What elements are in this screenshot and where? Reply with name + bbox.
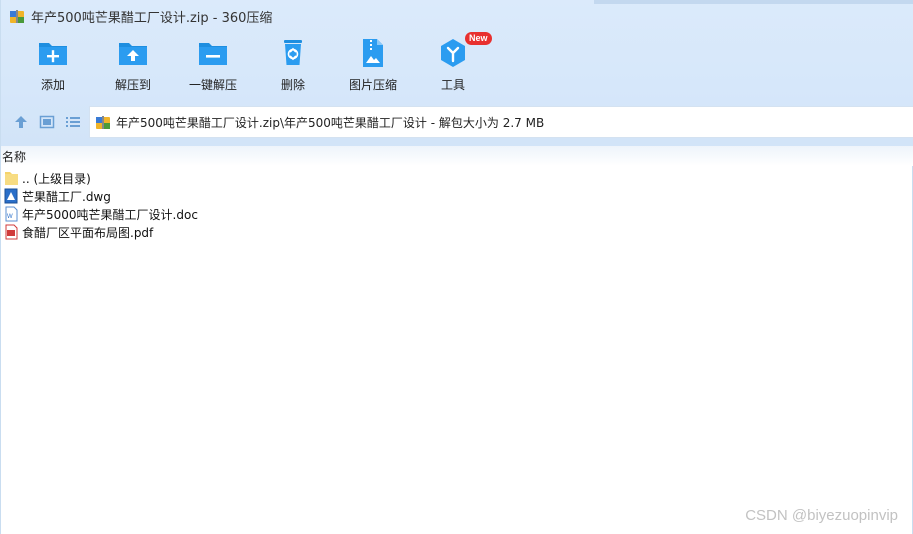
delete-label: 删除 [280,78,305,92]
image-compress-label: 图片压缩 [348,78,397,92]
one-click-extract-label: 一键解压 [188,78,237,92]
title-bar: 年产500吨芒果醋工厂设计.zip - 360压缩 [1,0,913,32]
svg-text:W: W [7,214,13,220]
list-item-name: 食醋厂区平面布局图.pdf [22,225,154,240]
image-compress-icon [363,39,383,67]
one-click-extract-button[interactable]: 一键解压 [173,36,253,98]
toolbar: 添加 解压到 一键解压 删除 图片压缩 New 工具 [1,32,913,98]
watermark: CSDN @biyezuopinvip [745,507,898,524]
archive-icon [10,10,24,23]
tools-button[interactable]: New 工具 [413,32,493,98]
list-view-button[interactable] [63,112,83,132]
dwg-file-icon [4,188,18,204]
list-item-name: .. (上级目录) [22,171,91,186]
thumbnail-view-icon [39,115,55,129]
window-title: 年产500吨芒果醋工厂设计.zip - 360压缩 [31,10,273,26]
add-label: 添加 [40,78,65,92]
list-item[interactable]: 芒果醋工厂.dwg [1,187,913,205]
address-bar[interactable]: 年产500吨芒果醋工厂设计.zip\年产500吨芒果醋工厂设计 - 解包大小为 … [89,106,913,138]
archive-icon [96,116,110,129]
list-item-name: 年产5000吨芒果醋工厂设计.doc [22,207,198,222]
top-chrome: 年产500吨芒果醋工厂设计.zip - 360压缩 添加 解压到 一键解压 删除… [1,0,913,146]
up-button[interactable] [11,112,31,132]
list-item-name: 芒果醋工厂.dwg [22,189,111,204]
file-list: .. (上级目录) 芒果醋工厂.dwg W 年产5000吨芒果醋工厂设计.doc… [1,169,913,241]
extract-folder-icon [119,43,147,65]
doc-file-icon: W [5,206,18,222]
add-button[interactable]: 添加 [13,36,93,98]
extract-to-button[interactable]: 解压到 [93,36,173,98]
image-compress-button[interactable]: 图片压缩 [333,36,413,98]
list-item[interactable]: W 年产5000吨芒果醋工厂设计.doc [1,205,913,223]
folder-icon [5,172,18,185]
list-item[interactable]: .. (上级目录) [1,169,913,187]
recycle-bin-icon [284,40,302,65]
list-item[interactable]: 食醋厂区平面布局图.pdf [1,223,913,241]
delete-button[interactable]: 删除 [253,36,333,98]
file-list-header: 名称 [1,146,913,166]
extract-to-label: 解压到 [114,78,151,92]
one-click-extract-icon [199,43,227,65]
list-view-icon [66,117,80,127]
address-path: 年产500吨芒果醋工厂设计.zip\年产500吨芒果醋工厂设计 - 解包大小为 … [116,115,545,130]
column-name-header[interactable]: 名称 [2,148,26,165]
pdf-file-icon [5,224,18,240]
new-badge: New [465,32,492,45]
title-bar-edge [594,0,913,4]
tools-label: 工具 [440,78,465,92]
navigation-bar: 年产500吨芒果醋工厂设计.zip\年产500吨芒果醋工厂设计 - 解包大小为 … [1,106,913,138]
thumbnail-view-button[interactable] [37,112,57,132]
up-arrow-icon [15,116,27,128]
app-window: 年产500吨芒果醋工厂设计.zip - 360压缩 添加 解压到 一键解压 删除… [0,0,913,534]
add-folder-icon [39,43,67,65]
